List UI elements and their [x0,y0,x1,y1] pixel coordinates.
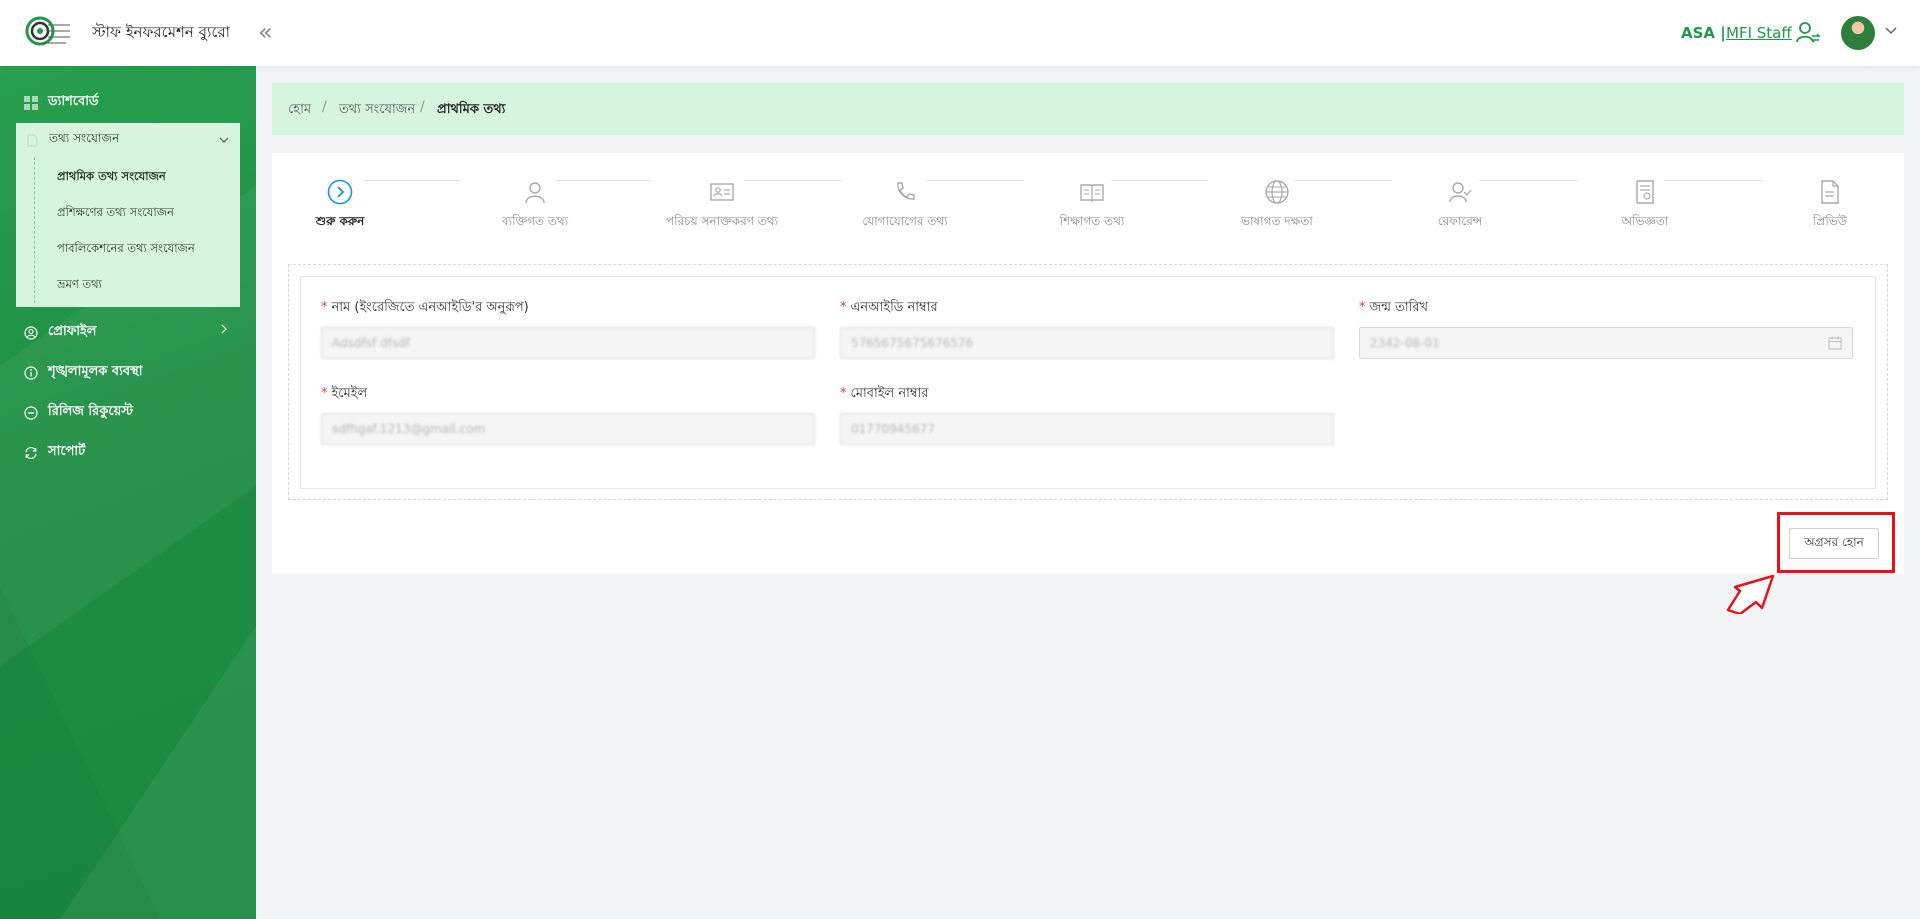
step-education-info[interactable]: শিক্ষাগত তথ্য [1017,179,1167,233]
collapse-sidebar-button[interactable]: « [258,18,273,46]
step-preview[interactable]: প্রিভিউ [1755,179,1905,233]
sidebar-item-disciplinary[interactable]: শৃঙ্খলামূলক ব্যবস্থা [24,362,143,383]
app-title: স্টাফ ইনফরমেশন ব্যুরো [92,23,230,41]
required-mark: * [840,386,847,401]
step-experience[interactable]: অভিজ্ঞতা [1570,179,1720,233]
sidebar-item-label: শৃঙ্খলামূলক ব্যবস্থা [48,364,143,379]
calendar-icon[interactable] [1828,336,1842,350]
required-mark: * [321,386,328,401]
breadcrumb-separator: / [420,99,425,115]
submenu-item-training[interactable]: প্রশিক্ষণের তথ্য সংযোজন [57,204,174,223]
step-label: প্রিভিউ [1812,214,1848,228]
sidebar-item-release-request[interactable]: রিলিজ রিকুয়েস্ট [24,402,133,423]
name-input[interactable]: Adsdfsf dfsdf [321,327,815,359]
step-label: ভাষাগত দক্ষতা [1241,214,1313,228]
breadcrumb-current: প্রাথমিক তথ্য [437,102,506,117]
submenu-item-publication[interactable]: পাবলিকেশনের তথ্য সংযোজন [57,240,195,259]
id-card-icon [710,183,734,201]
email-label-text: ইমেইল [331,386,368,401]
play-circle-icon [327,179,353,205]
step-label: যোগাযোগের তথ্য [862,214,948,228]
step-id-info[interactable]: পরিচয় সনাক্তকরণ তথ্য [647,179,797,233]
sidebar-item-label: সাপোর্ট [48,444,86,459]
minus-circle-icon [24,405,38,420]
file-icon [1821,180,1839,204]
required-mark: * [321,300,328,315]
sidebar-item-support[interactable]: সাপোর্ট [24,442,85,463]
dob-date-picker[interactable]: 2342-08-01 [1359,327,1853,359]
dob-label-text: জন্ম তারিখ [1369,300,1429,315]
phone-icon [897,182,915,200]
sidebar-item-label: প্রোফাইল [48,324,97,339]
dob-label: * জন্ম তারিখ [1359,298,1428,319]
form-panel: * নাম (ইংরেজিতে এনআইডি'র অনুরূপ) Adsdfsf … [300,276,1876,489]
breadcrumb: হোম / তথ্য সংযোজন / প্রাথমিক তথ্য [272,83,1904,135]
sync-icon [25,446,37,459]
mobile-field[interactable]: 01770945677 [840,413,1334,445]
step-label: পরিচয় সনাক্তকরণ তথ্য [665,214,779,228]
sidebar-item-label: রিলিজ রিকুয়েস্ট [48,404,134,419]
sidebar-item-dashboard[interactable]: ড্যাশবোর্ড [24,92,99,113]
breadcrumb-data-entry[interactable]: তথ্য সংযোজন [339,100,415,121]
sidebar-item-label: ড্যাশবোর্ড [48,94,99,109]
step-contact-info[interactable]: যোগাযোগের তথ্য [830,179,980,233]
name-label-text: নাম (ইংরেজিতে এনআইডি'র অনুরূপ) [331,300,529,315]
step-start[interactable]: শুরু করুন [265,179,415,233]
submenu-toggle-data-entry[interactable]: তথ্য সংযোজন [16,123,240,157]
top-header: স্টাফ ইনফরমেশন ব্যুরো « ASA | MFI Staff [0,0,1920,66]
submenu-data-entry: তথ্য সংযোজন প্রাথমিক তথ্য সংযোজন প্রশিক্… [16,123,240,307]
user-icon [525,182,545,204]
breadcrumb-home[interactable]: হোম [288,100,311,121]
certificate-icon [1636,180,1654,204]
org-code: ASA | [1681,24,1726,42]
switch-user-icon[interactable] [1795,20,1821,46]
nid-label: * এনআইডি নাম্বার [840,298,938,319]
email-label: * ইমেইল [321,384,367,405]
wizard-card: শুরু করুন ব্যক্তিগত তথ্য পরিচয় সনাক্তকর… [272,153,1904,574]
sidebar-item-profile[interactable]: প্রোফাইল [24,322,230,343]
annotation-highlight-box [1777,512,1895,573]
step-reference[interactable]: রেফারেন্স [1385,179,1535,233]
users-icon [1449,182,1472,203]
dob-value: 2342-08-01 [1370,336,1440,350]
avatar[interactable] [1841,16,1875,50]
step-label: অভিজ্ঞতা [1621,214,1669,228]
user-circle-icon [24,325,38,340]
name-label: * নাম (ইংরেজিতে এনআইডি'র অনুরূপ) [321,298,529,319]
submenu-item-travel[interactable]: ভ্রমণ তথ্য [57,276,102,295]
submenu-guide-line [34,157,35,303]
chevron-right-icon [221,324,227,334]
step-label: রেফারেন্স [1437,214,1483,228]
mobile-label-text: মোবাইল নাম্বার [850,386,929,401]
step-personal-info[interactable]: ব্যক্তিগত তথ্য [460,179,610,233]
nid-label-text: এনআইডি নাম্বার [850,300,938,315]
submenu-item-basic-info[interactable]: প্রাথমিক তথ্য সংযোজন [57,168,166,187]
globe-icon [1265,180,1289,204]
role-link[interactable]: MFI Staff [1726,24,1792,42]
sidebar: ড্যাশবোর্ড তথ্য সংযোজন প্রাথমিক তথ্য সংয… [0,66,256,919]
step-label: ব্যক্তিগত তথ্য [501,214,569,228]
required-mark: * [840,300,847,315]
step-language-skill[interactable]: ভাষাগত দক্ষতা [1202,179,1352,233]
mobile-label: * মোবাইল নাম্বার [840,384,928,405]
email-field[interactable]: sdfhgaf.1213@gmail.com [321,413,815,445]
book-icon [1080,184,1104,202]
nid-input[interactable]: 5765675675676576 [840,327,1334,359]
logo[interactable] [24,14,72,50]
submenu-label: তথ্য সংযোজন [49,131,120,145]
chevron-down-icon[interactable] [1884,24,1898,38]
step-label: শুরু করুন [315,214,365,228]
breadcrumb-separator: / [322,99,327,115]
step-label: শিক্ষাগত তথ্য [1059,214,1125,228]
annotation-arrow-icon [1726,574,1775,614]
info-icon [24,365,38,380]
document-icon [27,134,38,146]
dashboard-icon [24,95,38,110]
chevron-down-icon [219,137,229,143]
required-mark: * [1359,300,1366,315]
